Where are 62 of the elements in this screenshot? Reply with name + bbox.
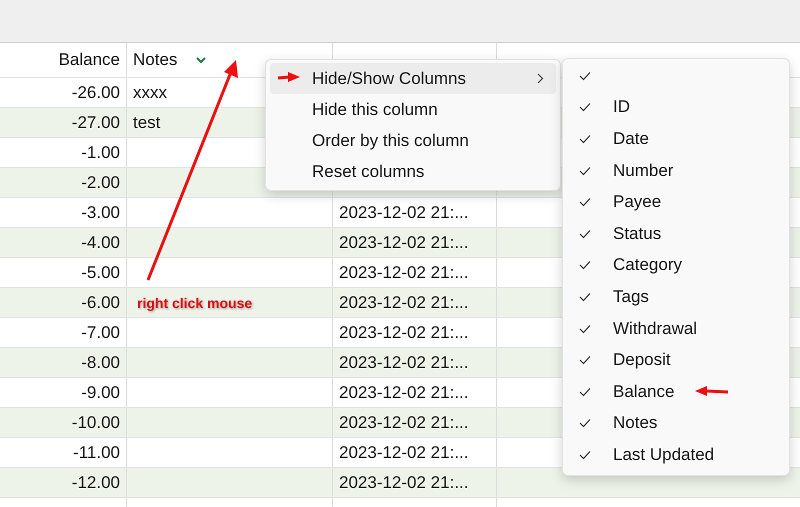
table-cell: 2023-12-02 21:... (339, 292, 468, 312)
menu-item[interactable]: Notes (613, 413, 658, 434)
menu-item[interactable]: Last Updated (613, 444, 714, 465)
table-cell: -1.00 (81, 142, 120, 162)
checkmark-icon[interactable] (579, 386, 591, 397)
table-cell: -11.00 (73, 442, 120, 462)
table-cell: -8.00 (81, 352, 120, 372)
menu-item[interactable]: Tags (613, 286, 649, 307)
table-cell: 2023-12-02 21:... (339, 262, 468, 282)
menu-item[interactable]: Status (613, 224, 662, 244)
chevron-icon[interactable] (195, 56, 208, 64)
checkmark-icon[interactable] (579, 355, 591, 366)
checkmark-icon[interactable] (579, 70, 591, 81)
table-cell: -3.00 (81, 202, 120, 222)
table-cell: 2023-12-02 21:... (339, 412, 468, 432)
chevron-right-icon (537, 73, 544, 84)
table-cell: -6.00 (81, 292, 120, 312)
table-cell: test (133, 112, 160, 132)
checkmark-icon[interactable] (579, 166, 591, 176)
menu-item[interactable]: Reset columns (270, 156, 556, 187)
table-cell: 2023-12-02 21:... (339, 442, 468, 462)
table-cell: 2023-12-02 21:... (339, 202, 468, 222)
column-header[interactable]: Notes (133, 50, 178, 70)
table-cell: -26.00 (72, 82, 120, 102)
menu-item[interactable]: ID (613, 97, 630, 118)
checkmark-icon[interactable] (579, 197, 591, 208)
checkmark-icon[interactable] (579, 228, 591, 239)
checkmark-icon[interactable] (579, 450, 591, 460)
table-cell: 2023-12-02 21:... (339, 322, 468, 342)
checkmark-icon[interactable] (579, 134, 591, 144)
menu-item[interactable]: Payee (613, 192, 662, 212)
checkmark-icon[interactable] (579, 418, 591, 428)
table-cell: -4.00 (81, 232, 120, 252)
menu-item[interactable]: Deposit (613, 350, 671, 370)
table-cell: 2023-12-02 21:... (339, 232, 468, 252)
annotation-arrow (695, 386, 728, 396)
table-cell: -9.00 (81, 382, 120, 402)
menu-item[interactable]: Hide this column (270, 94, 556, 125)
menu-item[interactable]: Balance (613, 382, 674, 402)
annotation-arrow (278, 72, 300, 82)
table-cell: -27.00 (72, 112, 120, 132)
menu-item[interactable]: Category (613, 255, 682, 276)
checkmark-icon[interactable] (579, 324, 591, 334)
table-cell: xxxx (133, 82, 167, 102)
menu-item[interactable]: Hide/Show Columns (270, 63, 556, 94)
table-cell: -12.00 (72, 472, 120, 492)
table-cell: 2023-12-02 21:... (339, 382, 468, 402)
menu-item[interactable]: Date (613, 128, 649, 149)
menu-item[interactable]: Number (613, 160, 674, 181)
table-cell: 2023-12-02 21:... (339, 472, 468, 492)
annotation-text: right click mouse (137, 295, 252, 311)
table-cell: 2023-12-02 21:... (339, 352, 468, 372)
menu-item[interactable]: Order by this column (270, 125, 556, 156)
table-cell: -5.00 (81, 262, 120, 282)
checkmark-icon[interactable] (579, 260, 591, 270)
column-header[interactable]: Balance (58, 50, 120, 70)
checkmark-icon[interactable] (579, 292, 591, 302)
table-cell: -7.00 (81, 322, 120, 342)
checkmark-icon[interactable] (579, 102, 591, 112)
table-cell: -10.00 (72, 412, 120, 432)
menu-item[interactable]: Withdrawal (613, 318, 698, 339)
table-cell: -2.00 (81, 172, 120, 192)
